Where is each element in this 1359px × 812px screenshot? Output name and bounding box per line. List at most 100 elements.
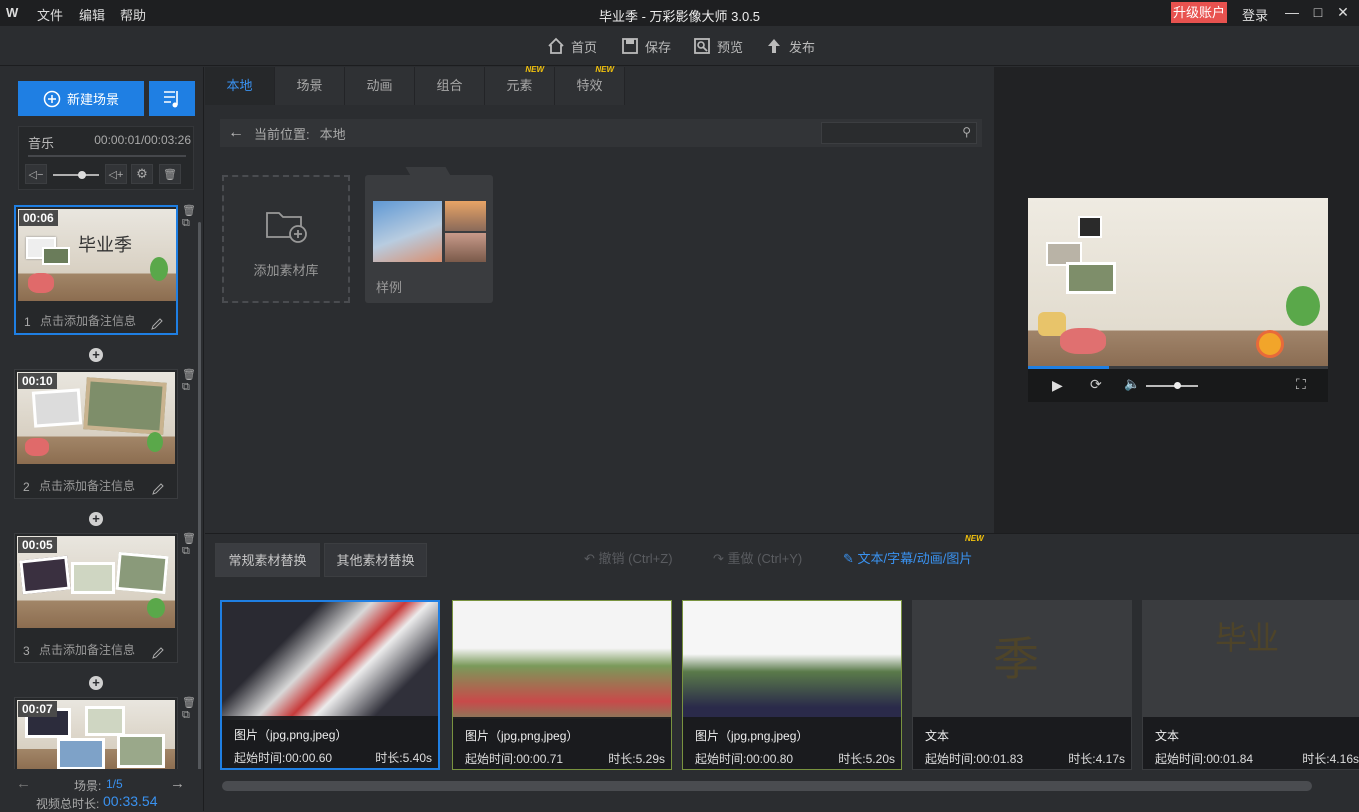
- trash-icon: 🗑: [163, 168, 177, 181]
- minimize-button[interactable]: —: [1281, 2, 1303, 22]
- tab-local[interactable]: 本地: [205, 67, 275, 105]
- clip-type: 图片（jpg,png,jpeg）: [465, 729, 579, 743]
- text-subtitle-link[interactable]: ✎ 文本/字幕/动画/图片: [843, 548, 972, 567]
- music-list-button[interactable]: [149, 81, 195, 116]
- login-button[interactable]: 登录: [1242, 5, 1268, 24]
- music-settings-button[interactable]: ⚙: [131, 164, 153, 184]
- copy-icon[interactable]: ⧉: [182, 545, 196, 558]
- volume-down-icon: ◁−: [28, 168, 44, 181]
- music-delete-button[interactable]: 🗑: [159, 164, 181, 184]
- edit-icon[interactable]: [151, 482, 165, 496]
- add-library-label: 添加素材库: [253, 263, 319, 278]
- undo-button[interactable]: ↶ 撤销 (Ctrl+Z): [584, 548, 673, 567]
- volume-up-icon: ◁+: [108, 168, 124, 181]
- scene-card-4[interactable]: 00:07: [14, 697, 178, 770]
- clip-card-2[interactable]: 图片（jpg,png,jpeg） 起始时间:00:00.71 时长:5.29s: [452, 600, 672, 770]
- copy-icon[interactable]: ⧉: [182, 217, 196, 230]
- scene-list-scrollbar[interactable]: [198, 222, 201, 772]
- location-label: 当前位置:: [254, 126, 310, 142]
- fullscreen-icon[interactable]: ⛶: [1296, 376, 1306, 393]
- tab-other-replace[interactable]: 其他素材替换: [324, 543, 427, 577]
- scene-note[interactable]: 点击添加备注信息: [39, 641, 135, 658]
- player-volume-slider[interactable]: [1146, 382, 1198, 389]
- clip-text-preview: 毕业: [1215, 620, 1280, 656]
- trash-icon[interactable]: 🗑: [182, 696, 196, 709]
- home-button[interactable]: 首页: [547, 36, 597, 56]
- scene-note[interactable]: 点击添加备注信息: [39, 477, 135, 494]
- tab-combination[interactable]: 组合: [415, 67, 485, 105]
- tab-scene[interactable]: 场景: [275, 67, 345, 105]
- scene-1-actions: 🗑 ⧉: [182, 204, 196, 230]
- volume-down-button[interactable]: ◁−: [25, 164, 47, 184]
- clip-start: 起始时间:00:00.71: [465, 752, 564, 766]
- close-button[interactable]: ✕: [1332, 2, 1354, 22]
- new-badge: NEW: [525, 65, 544, 74]
- clip-thumbnail: 季: [913, 601, 1131, 719]
- clip-length: 时长:5.40s: [375, 751, 432, 765]
- tab-animation[interactable]: 动画: [345, 67, 415, 105]
- player-volume-knob[interactable]: [1174, 382, 1182, 389]
- preview-button[interactable]: 预览: [693, 36, 743, 56]
- music-volume-knob[interactable]: [77, 171, 86, 179]
- scene-panel: 新建场景 音乐 00:00:01/00:03:26 ◁− ◁+ ⚙ 🗑 毕业季 …: [0, 67, 204, 811]
- maximize-button[interactable]: □: [1307, 2, 1329, 22]
- back-arrow-icon[interactable]: ←: [228, 124, 244, 142]
- library-search-input[interactable]: ⚲: [821, 122, 977, 144]
- clip-card-1[interactable]: 图片（jpg,png,jpeg） 起始时间:00:00.60 时长:5.40s: [220, 600, 440, 770]
- upgrade-account-button[interactable]: 升级账户: [1171, 2, 1227, 23]
- tab-label: 特效: [576, 78, 603, 93]
- sample-image-sky: [373, 201, 442, 262]
- search-icon[interactable]: ⚲: [962, 125, 971, 139]
- clip-type: 文本: [925, 729, 950, 743]
- prev-scene-arrow-icon[interactable]: ←: [16, 775, 31, 792]
- sample-image-mountain: [445, 233, 486, 262]
- copy-icon[interactable]: ⧉: [182, 709, 196, 722]
- tab-effects[interactable]: 特效 NEW: [555, 65, 625, 105]
- new-badge: NEW: [965, 534, 984, 543]
- edit-icon[interactable]: [151, 646, 165, 660]
- tab-regular-replace[interactable]: 常规素材替换: [215, 543, 320, 577]
- clip-info: 图片（jpg,png,jpeg） 起始时间:00:00.60 时长:5.40s: [222, 716, 438, 768]
- scene-note[interactable]: 点击添加备注信息: [40, 312, 136, 329]
- trash-icon[interactable]: 🗑: [182, 204, 196, 217]
- volume-up-button[interactable]: ◁+: [105, 164, 127, 184]
- scene-card-1[interactable]: 毕业季 00:06 1 点击添加备注信息: [14, 205, 178, 335]
- redo-button[interactable]: ↷ 重做 (Ctrl+Y): [713, 548, 802, 567]
- new-scene-button[interactable]: 新建场景: [18, 81, 144, 116]
- copy-icon[interactable]: ⧉: [182, 381, 196, 394]
- scene-3-actions: 🗑 ⧉: [182, 532, 196, 558]
- music-volume-slider[interactable]: [53, 171, 99, 179]
- volume-icon[interactable]: 🔈: [1124, 376, 1140, 392]
- clip-card-5[interactable]: 毕业 文本 起始时间:00:01.84 时长:4.16s: [1142, 600, 1359, 770]
- replay-icon[interactable]: ⟳: [1090, 376, 1102, 393]
- edit-icon[interactable]: [150, 317, 164, 331]
- home-label: 首页: [571, 39, 598, 55]
- save-button[interactable]: 保存: [621, 36, 671, 56]
- trash-icon[interactable]: 🗑: [182, 368, 196, 381]
- next-scene-arrow-icon[interactable]: →: [170, 775, 185, 792]
- clip-thumbnail: [453, 601, 671, 719]
- clip-list-scrollbar[interactable]: [222, 781, 1312, 791]
- clip-start: 起始时间:00:00.60: [234, 751, 333, 765]
- tab-elements[interactable]: 元素 NEW: [485, 65, 555, 105]
- play-icon[interactable]: ▶: [1052, 377, 1063, 394]
- clip-card-3[interactable]: 图片（jpg,png,jpeg） 起始时间:00:00.80 时长:5.20s: [682, 600, 902, 770]
- clip-type: 图片（jpg,png,jpeg）: [234, 728, 348, 742]
- add-scene-icon[interactable]: +: [89, 676, 103, 690]
- scene-card-2[interactable]: 00:10 2 点击添加备注信息: [14, 369, 178, 499]
- add-scene-icon[interactable]: +: [89, 512, 103, 526]
- add-library-button[interactable]: 添加素材库: [222, 175, 350, 303]
- publish-button[interactable]: 发布: [765, 36, 815, 56]
- sample-folder[interactable]: 样例: [365, 167, 493, 303]
- preview-decor-flowers: [1060, 328, 1106, 354]
- preview-canvas: [1028, 198, 1328, 368]
- save-label: 保存: [645, 39, 672, 55]
- trash-icon[interactable]: 🗑: [182, 532, 196, 545]
- clip-card-4[interactable]: 季 文本 起始时间:00:01.83 时长:4.17s: [912, 600, 1132, 770]
- music-progress[interactable]: [28, 155, 186, 157]
- player-progress-track[interactable]: [1028, 366, 1328, 369]
- scene-4-actions: 🗑 ⧉: [182, 696, 196, 722]
- music-list-icon: [164, 91, 178, 108]
- scene-card-3[interactable]: 00:05 3 点击添加备注信息: [14, 533, 178, 663]
- add-scene-icon[interactable]: +: [89, 348, 103, 362]
